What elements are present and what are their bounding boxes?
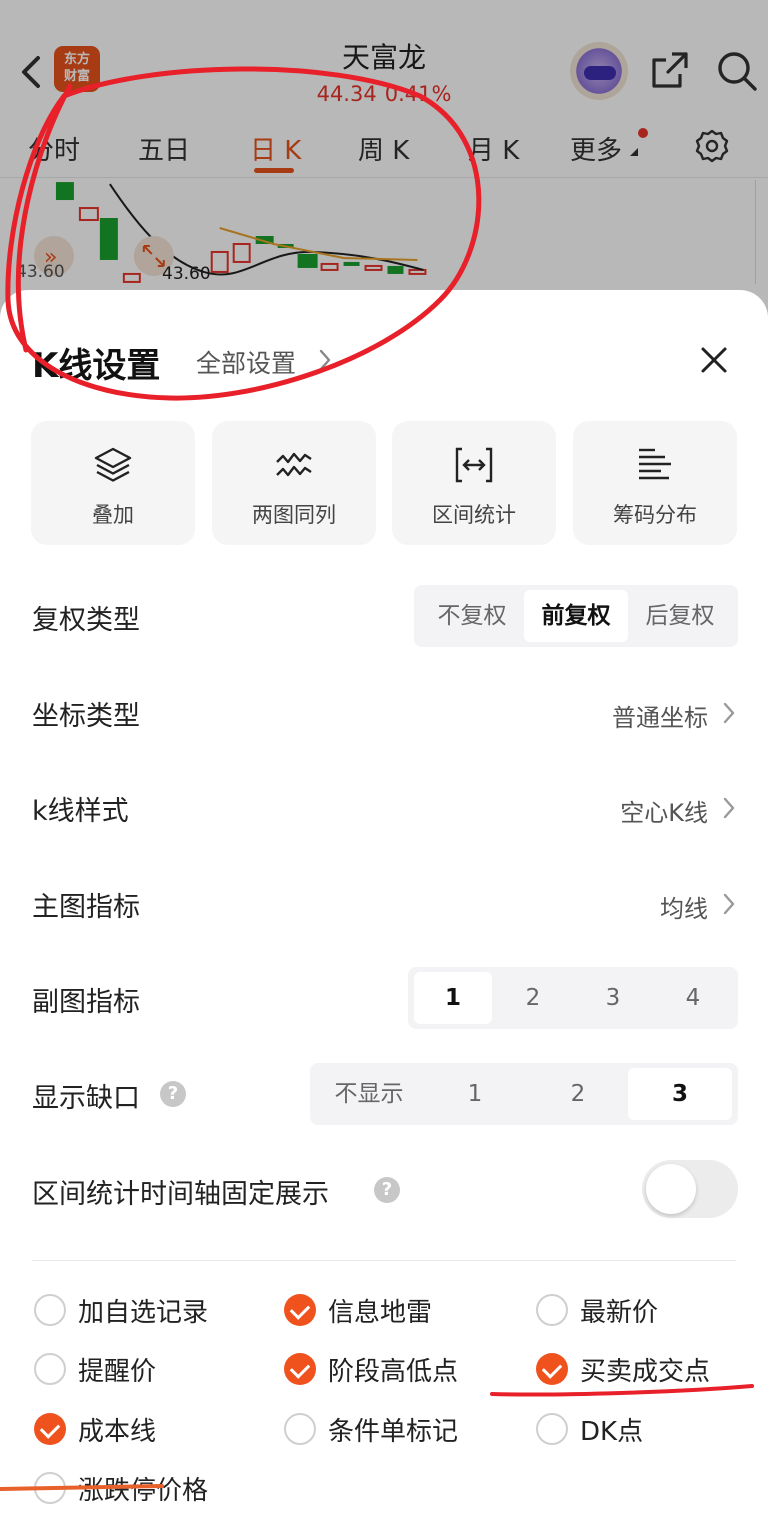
tool-overlay-button[interactable]: 叠加 — [31, 421, 195, 545]
unchecked-circle-icon — [284, 1413, 316, 1445]
gap-option-hide[interactable]: 不显示 — [316, 1068, 422, 1120]
coord-label: 坐标类型 — [32, 701, 140, 732]
coord-value[interactable]: 普通坐标 — [520, 698, 708, 733]
gap-segmented-control: 不显示 1 2 3 — [310, 1063, 738, 1125]
tool-label: 两图同列 — [252, 503, 336, 527]
fuquan-option-backward[interactable]: 后复权 — [628, 590, 732, 642]
range-axis-toggle[interactable] — [642, 1160, 738, 1218]
sub-indicator-option-1[interactable]: 1 — [414, 972, 492, 1024]
main-indicator-value[interactable]: 均线 — [520, 889, 708, 924]
kline-style-value[interactable]: 空心K线 — [520, 793, 708, 828]
sub-indicator-option-4[interactable]: 4 — [654, 972, 732, 1024]
sub-indicator-option-2[interactable]: 2 — [494, 972, 572, 1024]
kline-settings-sheet: K线设置 全部设置 叠加 两图同列 区间统计 筹码分布 复权类型 不复权 前复权… — [0, 290, 768, 1527]
checked-circle-icon — [284, 1294, 316, 1326]
layers-icon — [94, 447, 132, 482]
sub-indicator-option-3[interactable]: 3 — [574, 972, 652, 1024]
range-stat-icon — [455, 447, 493, 483]
tool-chip-distribution-button[interactable]: 筹码分布 — [573, 421, 737, 545]
dual-chart-icon — [276, 452, 312, 477]
chip-distribution-icon — [639, 448, 671, 480]
checked-circle-icon — [536, 1353, 568, 1385]
checked-circle-icon — [34, 1413, 66, 1445]
close-icon[interactable] — [700, 346, 728, 374]
chevron-right-icon — [723, 797, 735, 819]
checked-circle-icon — [284, 1353, 316, 1385]
sub-indicator-label: 副图指标 — [32, 987, 140, 1018]
tool-dual-chart-button[interactable]: 两图同列 — [212, 421, 376, 545]
unchecked-circle-icon — [536, 1413, 568, 1445]
toggle-knob — [646, 1164, 696, 1214]
divider — [32, 1260, 736, 1261]
checkbox-label: 最新价 — [580, 1298, 659, 1328]
help-icon[interactable]: ? — [160, 1081, 186, 1107]
fuquan-segmented-control: 不复权 前复权 后复权 — [414, 585, 738, 647]
unchecked-circle-icon — [536, 1294, 568, 1326]
checkbox-label: 提醒价 — [78, 1357, 157, 1387]
checkbox-label: 条件单标记 — [328, 1417, 459, 1447]
checkbox-label: 买卖成交点 — [580, 1357, 711, 1387]
checkbox-label: 信息地雷 — [328, 1298, 433, 1328]
unchecked-circle-icon — [34, 1353, 66, 1385]
gap-option-2[interactable]: 2 — [528, 1068, 628, 1120]
gap-option-3[interactable]: 3 — [628, 1068, 732, 1120]
gap-option-1[interactable]: 1 — [422, 1068, 528, 1120]
main-indicator-label: 主图指标 — [32, 892, 140, 923]
checkbox-label: 涨跌停价格 — [78, 1476, 209, 1506]
chevron-right-icon — [723, 893, 735, 915]
unchecked-circle-icon — [34, 1472, 66, 1504]
sub-indicator-segmented-control: 1 2 3 4 — [408, 967, 738, 1029]
checkbox-label: 阶段高低点 — [328, 1357, 459, 1387]
fuquan-option-forward[interactable]: 前复权 — [524, 590, 628, 642]
range-axis-label: 区间统计时间轴固定展示 — [32, 1179, 329, 1210]
tool-label: 叠加 — [92, 503, 134, 527]
checkbox-label: 加自选记录 — [78, 1298, 209, 1328]
all-settings-link[interactable]: 全部设置 — [196, 344, 296, 380]
chevron-right-icon — [723, 702, 735, 724]
tool-label: 筹码分布 — [613, 503, 697, 527]
tool-range-stat-button[interactable]: 区间统计 — [392, 421, 556, 545]
checkbox-label: 成本线 — [78, 1417, 157, 1447]
checkbox-label: DK点 — [580, 1417, 644, 1447]
fuquan-option-none[interactable]: 不复权 — [420, 590, 524, 642]
help-icon[interactable]: ? — [374, 1177, 400, 1203]
sheet-title: K线设置 — [32, 346, 161, 386]
unchecked-circle-icon — [34, 1294, 66, 1326]
kline-style-label: k线样式 — [32, 796, 129, 827]
fuquan-label: 复权类型 — [32, 605, 140, 636]
tool-label: 区间统计 — [432, 503, 516, 527]
chevron-right-icon — [319, 349, 331, 371]
gap-label: 显示缺口 — [32, 1083, 140, 1114]
